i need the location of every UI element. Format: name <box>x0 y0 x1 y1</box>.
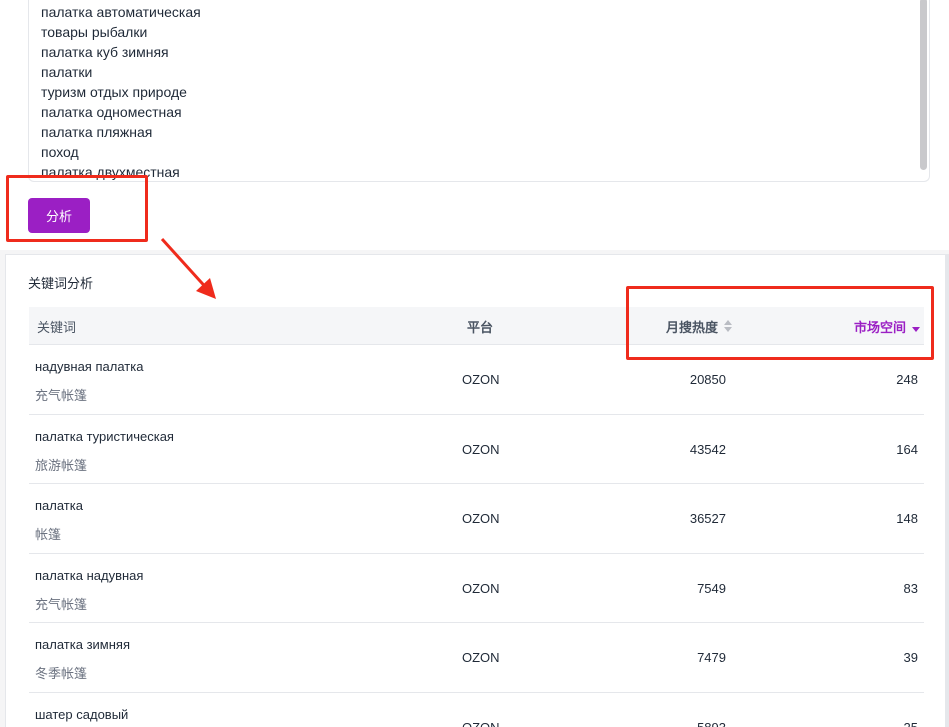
page: палатка автоматическая товары рыбалки пала… <box>0 0 949 727</box>
keyword-text: палатка надувная <box>35 567 144 583</box>
keyword-text: палатка зимняя <box>35 637 130 653</box>
table-body: надувная палатка 充气帐篷 OZON 20850 248 палатка … <box>29 345 924 727</box>
keyword-translation: 充气帐篷 <box>35 596 88 612</box>
textarea-line: палатка одноместная <box>41 104 182 120</box>
textarea-scrollbar[interactable] <box>920 0 927 170</box>
annotation-box-columns <box>626 286 934 360</box>
market-space-cell: 39 <box>903 650 918 666</box>
market-space-cell: 83 <box>903 580 918 596</box>
platform-cell: OZON <box>462 372 500 387</box>
monthly-search-cell: 20850 <box>689 372 726 387</box>
keyword-translation: 帐篷 <box>35 527 62 543</box>
column-header-keyword: 关键词 <box>37 319 77 335</box>
platform-cell: OZON <box>462 720 500 727</box>
textarea-line: туризм отдых природе <box>41 84 187 100</box>
market-space-cell: 148 <box>896 511 918 527</box>
monthly-search-cell: 7479 <box>697 650 726 666</box>
page-scrollbar[interactable] <box>945 254 949 727</box>
table-row[interactable]: палатка 帐篷 OZON 36527 148 <box>29 484 924 554</box>
textarea-line: палатки <box>41 64 93 80</box>
textarea-line: палатка пляжная <box>41 124 153 140</box>
annotation-box-analyze <box>6 175 148 242</box>
platform-cell: OZON <box>462 580 500 596</box>
annotation-arrow-icon <box>160 237 216 299</box>
keyword-text: палатка туристическая <box>35 428 174 444</box>
market-space-cell: 164 <box>896 441 918 457</box>
table-row[interactable]: палатка надувная 充气帐篷 OZON 7549 83 <box>29 554 924 624</box>
platform-cell: OZON <box>462 511 500 527</box>
keyword-translation: 旅游帐篷 <box>35 457 88 473</box>
table-row[interactable]: палатка туристическая 旅游帐篷 OZON 43542 164 <box>29 415 924 485</box>
monthly-search-cell: 43542 <box>689 441 726 457</box>
monthly-search-cell: 7549 <box>697 580 726 596</box>
table-row[interactable]: палатка зимняя 冬季帐篷 OZON 7479 39 <box>29 623 924 693</box>
keyword-text: палатка <box>35 498 83 514</box>
keyword-text: надувная палатка <box>35 359 144 374</box>
keyword-translation: 充气帐篷 <box>35 388 88 403</box>
textarea-line: палатка куб зимняя <box>41 44 169 60</box>
column-header-platform: 平台 <box>467 319 494 335</box>
keywords-textarea[interactable]: палатка автоматическая товары рыбалки пала… <box>28 0 930 182</box>
textarea-line: поход <box>41 144 79 160</box>
platform-cell: OZON <box>462 441 500 457</box>
market-space-cell: 25 <box>904 720 918 727</box>
monthly-search-cell: 5893 <box>697 720 726 727</box>
keyword-translation: 冬季帐篷 <box>35 666 88 682</box>
card-title: 关键词分析 <box>28 276 94 291</box>
textarea-line: палатка двухместная <box>41 164 180 180</box>
keyword-text: шатер садовый <box>35 706 129 722</box>
keywords-textarea-lines: палатка автоматическая товары рыбалки пала… <box>41 2 909 181</box>
monthly-search-cell: 36527 <box>689 511 726 527</box>
textarea-line: товары рыбалки <box>41 24 148 40</box>
table-row[interactable]: шатер садовый OZON 5893 25 <box>29 693 924 727</box>
platform-cell: OZON <box>462 650 500 666</box>
textarea-line: палатка автоматическая <box>41 4 201 20</box>
market-space-cell: 248 <box>896 372 918 387</box>
